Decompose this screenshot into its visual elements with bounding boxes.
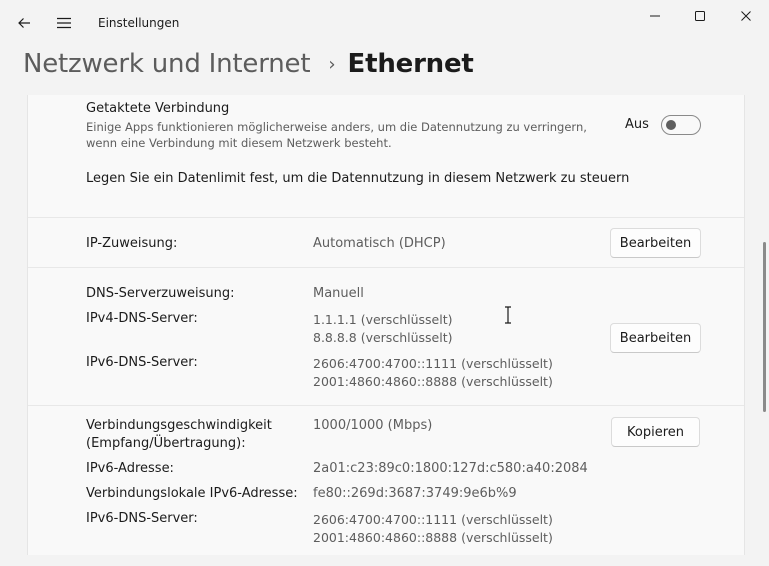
metered-connection-section: Getaktete Verbindung Einige Apps funktio… — [28, 95, 744, 217]
metered-connection-title: Getaktete Verbindung — [86, 101, 230, 116]
dns-assignment-value: Manuell — [313, 286, 364, 301]
ipv6-dns-label: IPv6-DNS-Server: — [86, 355, 198, 370]
ip-assignment-value: Automatisch (DHCP) — [313, 236, 446, 251]
maximize-icon[interactable] — [677, 0, 723, 32]
title-bar: Einstellungen — [0, 0, 769, 40]
link-local-ipv6-label: Verbindungslokale IPv6-Adresse: — [86, 486, 298, 501]
ipv6-address-label: IPv6-Adresse: — [86, 461, 174, 476]
dns-edit-button[interactable]: Bearbeiten — [610, 323, 701, 353]
properties-ipv6-dns-value-2: 2001:4860:4860::8888 (verschlüsselt) — [313, 530, 553, 545]
link-local-ipv6-value: fe80::269d:3687:3749:9e6b%9 — [313, 486, 517, 501]
app-title: Einstellungen — [98, 16, 180, 30]
ipv6-dns-value-2: 2001:4860:4860::8888 (verschlüsselt) — [313, 374, 553, 389]
breadcrumb-parent-link[interactable]: Netzwerk und Internet — [23, 49, 311, 79]
dns-section: DNS-Serverzuweisung: Manuell IPv4-DNS-Se… — [28, 267, 744, 406]
ipv6-dns-value-1: 2606:4700:4700::1111 (verschlüsselt) — [313, 356, 553, 371]
metered-connection-toggle[interactable] — [661, 115, 701, 135]
properties-ipv6-dns-value-1: 2606:4700:4700::1111 (verschlüsselt) — [313, 512, 553, 527]
ip-assignment-edit-button[interactable]: Bearbeiten — [610, 228, 701, 258]
toggle-knob — [666, 120, 676, 130]
hamburger-menu-icon[interactable] — [48, 8, 80, 38]
ip-assignment-section: IP-Zuweisung: Automatisch (DHCP) Bearbei… — [28, 217, 744, 268]
data-limit-link[interactable]: Legen Sie ein Datenlimit fest, um die Da… — [86, 171, 629, 186]
chevron-right-icon: › — [328, 53, 336, 75]
speed-value: 1000/1000 (Mbps) — [313, 418, 433, 433]
speed-label-line-1: Verbindungsgeschwindigkeit — [86, 418, 272, 433]
connection-properties-section: Verbindungsgeschwindigkeit (Empfang/Über… — [28, 405, 744, 566]
ipv6-address-value: 2a01:c23:89c0:1800:127d:c580:a40:2084 — [313, 461, 588, 476]
back-arrow-icon[interactable] — [8, 8, 40, 38]
vertical-scrollbar[interactable] — [763, 242, 766, 412]
page-title: Ethernet — [347, 49, 474, 79]
breadcrumb: Netzwerk und Internet › Ethernet — [23, 44, 474, 84]
ip-assignment-label: IP-Zuweisung: — [86, 236, 178, 251]
metered-toggle-state: Aus — [625, 117, 649, 132]
ipv4-dns-value-2: 8.8.8.8 (verschlüsselt) — [313, 330, 453, 345]
minimize-icon[interactable] — [632, 0, 678, 32]
ethernet-properties-panel: Getaktete Verbindung Einige Apps funktio… — [27, 95, 745, 555]
ipv4-dns-label: IPv4-DNS-Server: — [86, 311, 198, 326]
speed-label-line-2: (Empfang/Übertragung): — [86, 436, 246, 451]
text-cursor-icon — [503, 306, 513, 328]
ipv4-dns-value-1: 1.1.1.1 (verschlüsselt) — [313, 312, 453, 327]
properties-ipv6-dns-label: IPv6-DNS-Server: — [86, 511, 198, 526]
close-icon[interactable] — [723, 0, 769, 32]
copy-button[interactable]: Kopieren — [611, 417, 700, 447]
dns-assignment-label: DNS-Serverzuweisung: — [86, 286, 235, 301]
metered-connection-description: Einige Apps funktionieren möglicherweise… — [86, 120, 587, 150]
